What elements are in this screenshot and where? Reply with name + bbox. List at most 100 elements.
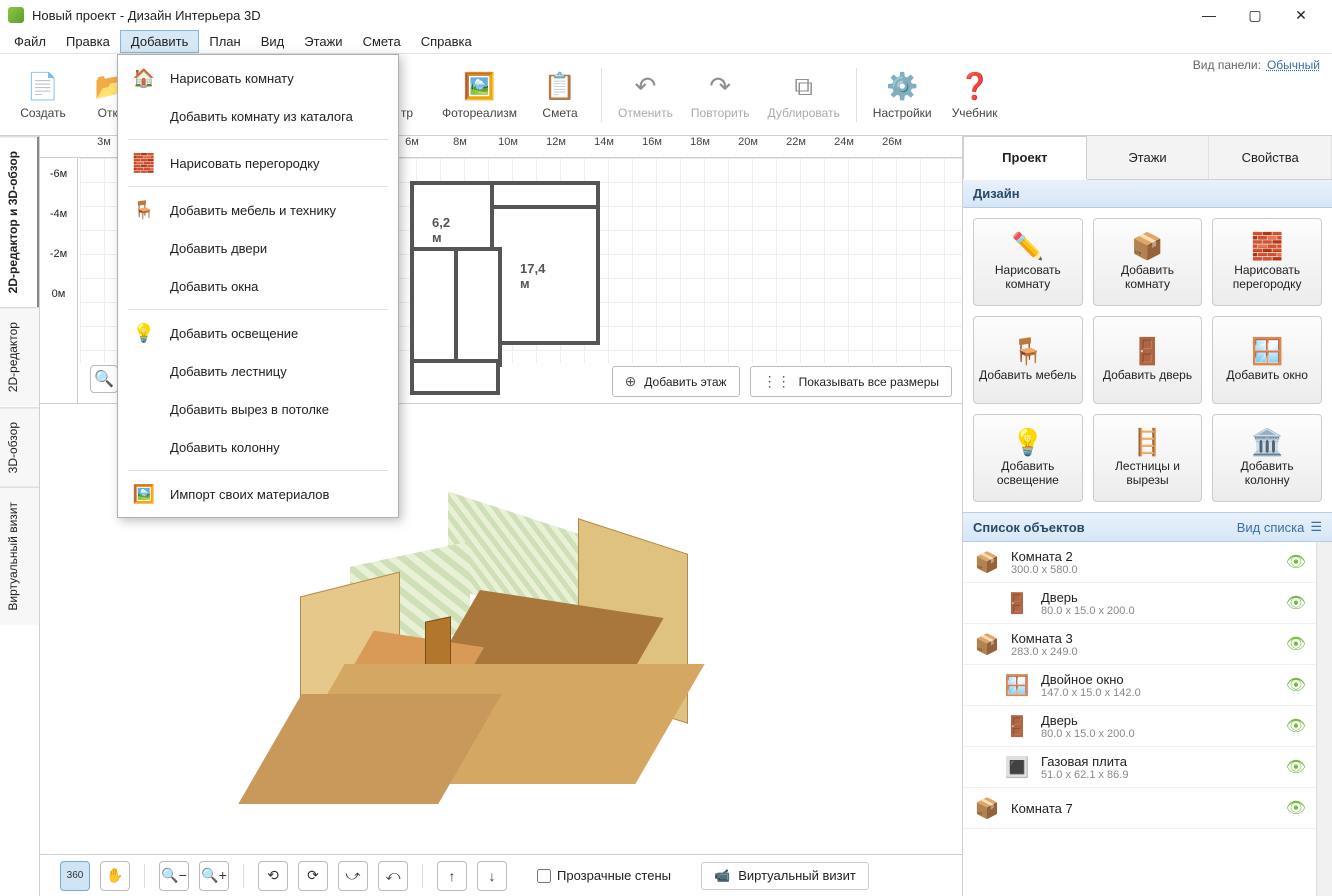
- ruler-tick: 26м: [868, 136, 916, 157]
- design-draw-room[interactable]: ✏️Нарисовать комнату: [973, 218, 1083, 306]
- menu-edit[interactable]: Правка: [56, 30, 120, 53]
- toolbar-redo[interactable]: ↷ Повторить: [685, 66, 756, 124]
- object-row[interactable]: 🚪Дверь80.0 x 15.0 x 200.0👁: [963, 706, 1316, 747]
- minimize-button[interactable]: —: [1186, 0, 1232, 30]
- close-button[interactable]: ✕: [1278, 0, 1324, 30]
- objects-list[interactable]: 📦Комната 2300.0 x 580.0👁🚪Дверь80.0 x 15.…: [963, 542, 1316, 896]
- menu-estimate[interactable]: Смета: [353, 30, 411, 53]
- rotate-right-button[interactable]: ⟳: [298, 861, 328, 891]
- toolbar-duplicate[interactable]: ⧉ Дублировать: [761, 66, 845, 124]
- tilt-up-button[interactable]: ⤻: [338, 861, 368, 891]
- menu-view[interactable]: Вид: [251, 30, 295, 53]
- label: Добавить мебель: [979, 368, 1076, 382]
- dd-separator: [128, 309, 388, 310]
- menu-add[interactable]: Добавить: [120, 30, 199, 53]
- design-add-furniture[interactable]: 🪑Добавить мебель: [973, 316, 1083, 404]
- label: Добавить комнату: [1098, 263, 1198, 291]
- vtab-virtual[interactable]: Виртуальный визит: [0, 487, 39, 625]
- fp-room[interactable]: [410, 359, 500, 395]
- visibility-toggle[interactable]: 👁: [1286, 634, 1306, 654]
- brick-icon: 🧱: [132, 151, 156, 175]
- menu-help[interactable]: Справка: [411, 30, 482, 53]
- transparent-walls-check[interactable]: Прозрачные стены: [537, 868, 671, 883]
- up-button[interactable]: ↑: [437, 861, 467, 891]
- house-3d[interactable]: [250, 464, 730, 824]
- dd-draw-room[interactable]: 🏠Нарисовать комнату: [118, 59, 398, 97]
- dd-add-lighting[interactable]: 💡Добавить освещение: [118, 314, 398, 352]
- bulb-icon: 💡: [132, 321, 156, 345]
- design-add-lighting[interactable]: 💡Добавить освещение: [973, 414, 1083, 502]
- tab-project[interactable]: Проект: [963, 136, 1087, 180]
- dd-add-windows[interactable]: •Добавить окна: [118, 267, 398, 305]
- tab-properties[interactable]: Свойства: [1209, 136, 1332, 179]
- design-add-window[interactable]: 🪟Добавить окно: [1212, 316, 1322, 404]
- list-view-mode[interactable]: Вид списка ☰: [1237, 519, 1322, 535]
- maximize-button[interactable]: ▢: [1232, 0, 1278, 30]
- menu-floors[interactable]: Этажи: [294, 30, 352, 53]
- dd-add-column[interactable]: •Добавить колонну: [118, 428, 398, 466]
- menu-file[interactable]: Файл: [4, 30, 56, 53]
- dd-add-ceiling-cut[interactable]: •Добавить вырез в потолке: [118, 390, 398, 428]
- visibility-toggle[interactable]: 👁: [1286, 675, 1306, 695]
- dd-draw-partition[interactable]: 🧱Нарисовать перегородку: [118, 144, 398, 182]
- toolbar-settings[interactable]: ⚙️ Настройки: [867, 66, 938, 124]
- design-add-room[interactable]: 📦Добавить комнату: [1093, 218, 1203, 306]
- design-grid: ✏️Нарисовать комнату 📦Добавить комнату 🧱…: [963, 208, 1332, 512]
- object-row[interactable]: 📦Комната 2300.0 x 580.0👁: [963, 542, 1316, 583]
- down-button[interactable]: ↓: [477, 861, 507, 891]
- object-row[interactable]: 🪟Двойное окно147.0 x 15.0 x 142.0👁: [963, 665, 1316, 706]
- toolbar-fotorealism[interactable]: 🖼️ Фотореализм: [436, 66, 523, 124]
- toolbar-estimate[interactable]: 📋 Смета: [529, 66, 591, 124]
- object-name: Дверь: [1041, 713, 1276, 728]
- fp-room[interactable]: [454, 247, 502, 367]
- vtab-2d-3d[interactable]: 2D-редактор и 3D-обзор: [0, 136, 39, 307]
- add-floor-label: Добавить этаж: [644, 375, 726, 389]
- object-row[interactable]: 📦Комната 3283.0 x 249.0👁: [963, 624, 1316, 665]
- visibility-toggle[interactable]: 👁: [1286, 552, 1306, 572]
- pan-button[interactable]: ✋: [100, 861, 130, 891]
- menu-plan[interactable]: План: [199, 30, 250, 53]
- toolbar-undo[interactable]: ↶ Отменить: [612, 66, 679, 124]
- show-dims-button[interactable]: ⋮⋮ Показывать все размеры: [750, 366, 952, 397]
- design-add-door[interactable]: 🚪Добавить дверь: [1093, 316, 1203, 404]
- dd-separator: [128, 139, 388, 140]
- dd-add-room-catalog[interactable]: •Добавить комнату из каталога: [118, 97, 398, 135]
- rotate-left-button[interactable]: ⟲: [258, 861, 288, 891]
- transparent-walls-checkbox[interactable]: [537, 869, 551, 883]
- fp-room[interactable]: [410, 181, 500, 251]
- visibility-toggle[interactable]: 👁: [1286, 798, 1306, 818]
- panel-mode-link[interactable]: Обычный: [1267, 58, 1320, 72]
- toolbar-create[interactable]: 📄 Создать: [12, 66, 74, 124]
- dd-add-furniture[interactable]: 🪑Добавить мебель и технику: [118, 191, 398, 229]
- vtab-2d[interactable]: 2D-редактор: [0, 307, 39, 406]
- dd-add-doors[interactable]: •Добавить двери: [118, 229, 398, 267]
- fp-area-label: 17,4 м: [520, 261, 545, 291]
- zoom-tool[interactable]: 🔍: [90, 365, 118, 393]
- ruler-left: -6м -4м -2м 0м: [40, 158, 78, 403]
- scrollbar[interactable]: [1316, 542, 1332, 896]
- panel-mode-label: Вид панели:: [1193, 58, 1261, 72]
- ruler-tick: 22м: [772, 136, 820, 157]
- design-stairs[interactable]: 🪜Лестницы и вырезы: [1093, 414, 1203, 502]
- design-add-column[interactable]: 🏛️Добавить колонну: [1212, 414, 1322, 502]
- design-draw-partition[interactable]: 🧱Нарисовать перегородку: [1212, 218, 1322, 306]
- add-floor-button[interactable]: ⊕ Добавить этаж: [612, 366, 740, 397]
- visibility-toggle[interactable]: 👁: [1286, 593, 1306, 613]
- rotate-360-button[interactable]: 360: [60, 861, 90, 891]
- zoom-in-button[interactable]: 🔍+: [199, 861, 229, 891]
- dd-add-stairs[interactable]: •Добавить лестницу: [118, 352, 398, 390]
- tab-floors[interactable]: Этажи: [1087, 136, 1210, 179]
- toolbar-settings-label: Настройки: [873, 106, 932, 120]
- dd-import-materials[interactable]: 🖼️Импорт своих материалов: [118, 475, 398, 513]
- tilt-down-button[interactable]: ⤺: [378, 861, 408, 891]
- visibility-toggle[interactable]: 👁: [1286, 757, 1306, 777]
- vtab-3d[interactable]: 3D-обзор: [0, 407, 39, 487]
- object-row[interactable]: 📦Комната 7👁: [963, 788, 1316, 829]
- zoom-out-button[interactable]: 🔍−: [159, 861, 189, 891]
- object-row[interactable]: 🔳Газовая плита51.0 x 62.1 x 86.9👁: [963, 747, 1316, 788]
- object-row[interactable]: 🚪Дверь80.0 x 15.0 x 200.0👁: [963, 583, 1316, 624]
- toolbar-tutorial[interactable]: ❓ Учебник: [944, 66, 1006, 124]
- visibility-toggle[interactable]: 👁: [1286, 716, 1306, 736]
- virtual-visit-button[interactable]: 📹 Виртуальный визит: [701, 862, 869, 890]
- object-dims: 300.0 x 580.0: [1011, 564, 1276, 576]
